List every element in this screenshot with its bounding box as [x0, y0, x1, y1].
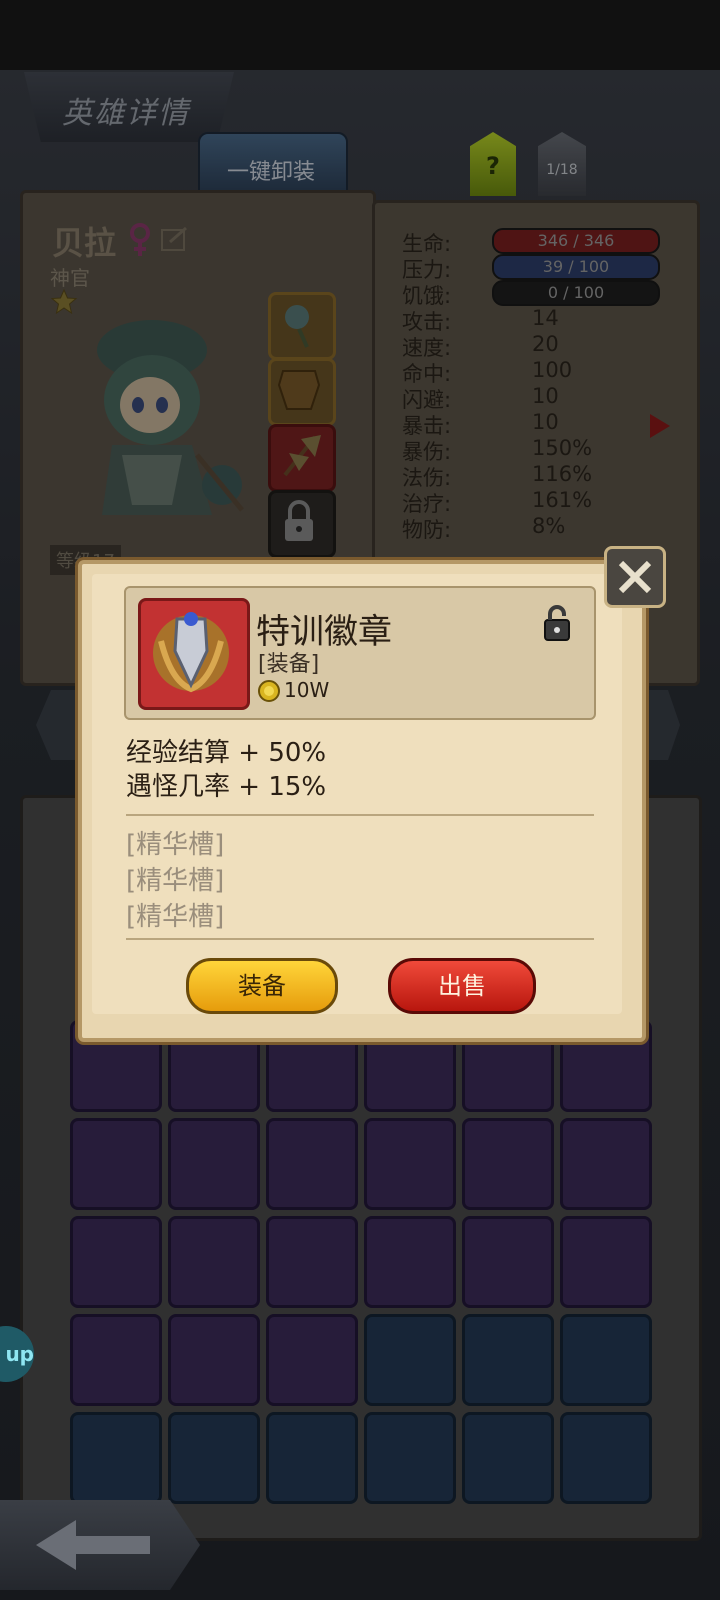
divider	[126, 814, 594, 816]
essence-slot: [精华槽]	[126, 866, 225, 896]
coin-icon	[258, 680, 280, 702]
status-bar	[0, 0, 720, 70]
item-attribute: 经验结算 + 50%	[126, 738, 327, 768]
equip-button[interactable]: 装备	[186, 958, 338, 1014]
item-lock-icon[interactable]	[542, 604, 572, 642]
sell-button[interactable]: 出售	[388, 958, 536, 1014]
item-icon-frame	[138, 598, 250, 710]
essence-slot: [精华槽]	[126, 902, 225, 932]
close-icon	[618, 560, 652, 594]
item-attribute: 遇怪几率 + 15%	[126, 772, 327, 802]
close-button[interactable]	[604, 546, 666, 608]
item-price: 10W	[284, 678, 330, 702]
back-button[interactable]	[0, 1500, 200, 1590]
back-arrow-icon	[36, 1520, 150, 1570]
essence-slot: [精华槽]	[126, 830, 225, 860]
item-type: [装备]	[258, 652, 320, 677]
medal-icon	[153, 612, 229, 693]
floating-up-button[interactable]: up	[0, 1326, 34, 1382]
divider	[126, 938, 594, 940]
